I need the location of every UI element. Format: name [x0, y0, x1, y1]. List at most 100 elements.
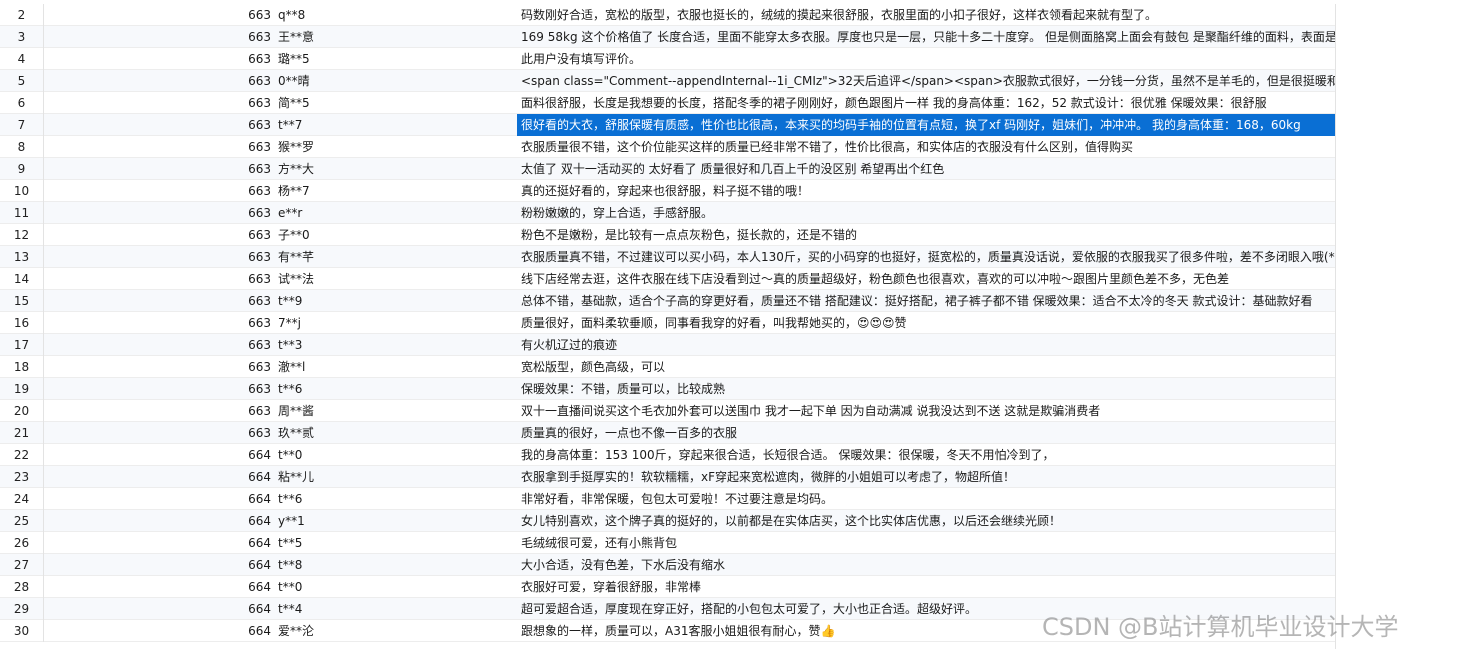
table-row[interactable]: 20 663 周**酱 双十一直播间说买这个毛衣加外套可以送围巾 我才一起下单 因为自… — [0, 399, 1335, 422]
row-index-cell[interactable]: 13 — [0, 245, 44, 268]
username-cell[interactable]: 玖**贰 — [273, 424, 517, 441]
username-cell[interactable]: t**5 — [273, 536, 517, 550]
comment-cell[interactable]: 衣服好可爱，穿着很舒服，非常棒 — [517, 576, 1335, 598]
comment-cell[interactable]: 宽松版型，颜色高级，可以 — [517, 356, 1335, 378]
username-cell[interactable]: t**6 — [273, 492, 517, 506]
comment-cell[interactable]: 总体不错，基础款，适合个子高的穿更好看，质量还不错 搭配建议：挺好搭配，裙子裤子… — [517, 290, 1335, 312]
comment-cell[interactable]: 面料很舒服，长度是我想要的长度，搭配冬季的裙子刚刚好，颜色跟图片一样 我的身高体… — [517, 92, 1335, 114]
comment-cell[interactable]: 衣服质量真不错，不过建议可以买小码，本人130斤，买的小码穿的也挺好，挺宽松的，… — [517, 246, 1335, 268]
table-row[interactable]: 15 663 t**9 总体不错，基础款，适合个子高的穿更好看，质量还不错 搭配建议：… — [0, 289, 1335, 312]
table-row[interactable]: 12 663 子**0 粉色不是嫩粉，是比较有一点点灰粉色，挺长款的，还是不错的 — [0, 223, 1335, 246]
number-cell[interactable]: 664 — [44, 492, 273, 506]
comment-cell[interactable]: 此用户没有填写评价。 — [517, 48, 1335, 70]
username-cell[interactable]: q**8 — [273, 8, 517, 22]
comment-cell[interactable]: 保暖效果：不错，质量可以，比较成熟 — [517, 378, 1335, 400]
row-index-cell[interactable]: 2 — [0, 4, 44, 26]
table-row[interactable]: 7 663 t**7 很好看的大衣，舒服保暖有质感，性价也比很高，本来买的均码手袖的位… — [0, 113, 1335, 136]
number-cell[interactable]: 663 — [44, 184, 273, 198]
username-cell[interactable]: 王**意 — [273, 28, 517, 45]
table-row[interactable]: 21 663 玖**贰 质量真的很好，一点也不像一百多的衣服 — [0, 421, 1335, 444]
number-cell[interactable]: 664 — [44, 580, 273, 594]
table-row[interactable]: 3 663 王**意 169 58kg 这个价格值了 长度合适，里面不能穿太多衣服。厚… — [0, 25, 1335, 48]
table-row[interactable]: 6 663 简**5 面料很舒服，长度是我想要的长度，搭配冬季的裙子刚刚好，颜色跟图片… — [0, 91, 1335, 114]
username-cell[interactable]: t**0 — [273, 448, 517, 462]
number-cell[interactable]: 663 — [44, 360, 273, 374]
username-cell[interactable]: t**3 — [273, 338, 517, 352]
table-row[interactable]: 14 663 试**法 线下店经常去逛，这件衣服在线下店没看到过～真的质量超级好，粉色… — [0, 267, 1335, 290]
table-row[interactable]: 4 663 璐**5 此用户没有填写评价。 — [0, 47, 1335, 70]
comment-cell[interactable]: 太值了 双十一活动买的 太好看了 质量很好和几百上千的没区别 希望再出个红色 — [517, 158, 1335, 180]
comment-cell[interactable]: 我的身高体重：153 100斤，穿起来很合适，长短很合适。 保暖效果：很保暖，冬… — [517, 444, 1335, 466]
comment-cell[interactable]: 毛绒绒很可爱，还有小熊背包 — [517, 532, 1335, 554]
username-cell[interactable]: 7**j — [273, 316, 517, 330]
username-cell[interactable]: 猴**罗 — [273, 138, 517, 155]
comment-cell[interactable]: 双十一直播间说买这个毛衣加外套可以送围巾 我才一起下单 因为自动满减 说我没达到… — [517, 400, 1335, 422]
comment-cell[interactable]: <span class="Comment--appendInternal--1i… — [517, 70, 1335, 92]
row-index-cell[interactable]: 27 — [0, 553, 44, 576]
number-cell[interactable]: 664 — [44, 536, 273, 550]
username-cell[interactable]: 有**芊 — [273, 248, 517, 265]
number-cell[interactable]: 663 — [44, 426, 273, 440]
username-cell[interactable]: 璐**5 — [273, 50, 517, 67]
comment-cell[interactable]: 有火机辽过的痕迹 — [517, 334, 1335, 356]
table-row[interactable]: 27 664 t**8 大小合适，没有色差，下水后没有缩水 — [0, 553, 1335, 576]
number-cell[interactable]: 663 — [44, 404, 273, 418]
table-row[interactable]: 22 664 t**0 我的身高体重：153 100斤，穿起来很合适，长短很合适。 保… — [0, 443, 1335, 466]
username-cell[interactable]: 方**大 — [273, 160, 517, 177]
username-cell[interactable]: y**1 — [273, 514, 517, 528]
row-index-cell[interactable]: 23 — [0, 465, 44, 488]
number-cell[interactable]: 663 — [44, 250, 273, 264]
username-cell[interactable]: t**7 — [273, 118, 517, 132]
row-index-cell[interactable]: 3 — [0, 25, 44, 48]
row-index-cell[interactable]: 7 — [0, 113, 44, 136]
number-cell[interactable]: 664 — [44, 514, 273, 528]
row-index-cell[interactable]: 10 — [0, 179, 44, 202]
row-index-cell[interactable]: 21 — [0, 421, 44, 444]
username-cell[interactable]: t**9 — [273, 294, 517, 308]
username-cell[interactable]: 周**酱 — [273, 402, 517, 419]
username-cell[interactable]: 粘**儿 — [273, 468, 517, 485]
table-row[interactable]: 5 663 0**晴 <span class="Comment--appendInte… — [0, 69, 1335, 92]
row-index-cell[interactable]: 19 — [0, 377, 44, 400]
table-row[interactable]: 26 664 t**5 毛绒绒很可爱，还有小熊背包 — [0, 531, 1335, 554]
table-row[interactable]: 24 664 t**6 非常好看，非常保暖，包包太可爱啦！不过要注意是均码。 — [0, 487, 1335, 510]
username-cell[interactable]: 爱**沦 — [273, 622, 517, 639]
number-cell[interactable]: 663 — [44, 228, 273, 242]
table-row[interactable]: 16 663 7**j 质量很好，面料柔软垂顺，同事看我穿的好看，叫我帮她买的，😍😍😍… — [0, 311, 1335, 334]
comment-cell[interactable]: 质量很好，面料柔软垂顺，同事看我穿的好看，叫我帮她买的，😍😍😍赞 — [517, 312, 1335, 334]
username-cell[interactable]: 0**晴 — [273, 72, 517, 89]
row-index-cell[interactable]: 5 — [0, 69, 44, 92]
row-index-cell[interactable]: 12 — [0, 223, 44, 246]
number-cell[interactable]: 663 — [44, 338, 273, 352]
row-index-cell[interactable]: 29 — [0, 597, 44, 620]
number-cell[interactable]: 663 — [44, 52, 273, 66]
number-cell[interactable]: 663 — [44, 206, 273, 220]
table-row[interactable]: 13 663 有**芊 衣服质量真不错，不过建议可以买小码，本人130斤，买的小码穿的… — [0, 245, 1335, 268]
username-cell[interactable]: 杨**7 — [273, 182, 517, 199]
comment-cell[interactable]: 线下店经常去逛，这件衣服在线下店没看到过～真的质量超级好，粉色颜色也很喜欢，喜欢… — [517, 268, 1335, 290]
number-cell[interactable]: 663 — [44, 30, 273, 44]
table-row[interactable]: 9 663 方**大 太值了 双十一活动买的 太好看了 质量很好和几百上千的没区别 希… — [0, 157, 1335, 180]
table-row[interactable]: 19 663 t**6 保暖效果：不错，质量可以，比较成熟 — [0, 377, 1335, 400]
number-cell[interactable]: 663 — [44, 272, 273, 286]
table-row[interactable]: 23 664 粘**儿 衣服拿到手挺厚实的！软软糯糯，xF穿起来宽松遮肉，微胖的小姐姐… — [0, 465, 1335, 488]
number-cell[interactable]: 663 — [44, 316, 273, 330]
comment-cell[interactable]: 真的还挺好看的，穿起来也很舒服，料子挺不错的哦！ — [517, 180, 1335, 202]
number-cell[interactable]: 663 — [44, 294, 273, 308]
username-cell[interactable]: 澈**l — [273, 358, 517, 375]
row-index-cell[interactable]: 6 — [0, 91, 44, 114]
row-index-cell[interactable]: 17 — [0, 333, 44, 356]
table-row[interactable]: 2 663 q**8 码数刚好合适，宽松的版型，衣服也挺长的，绒绒的摸起来很舒服，衣服… — [0, 4, 1335, 26]
row-index-cell[interactable]: 16 — [0, 311, 44, 334]
username-cell[interactable]: t**6 — [273, 382, 517, 396]
comment-cell[interactable]: 女儿特别喜欢，这个牌子真的挺好的，以前都是在实体店买，这个比实体店优惠，以后还会… — [517, 510, 1335, 532]
comment-cell[interactable]: 大小合适，没有色差，下水后没有缩水 — [517, 554, 1335, 576]
number-cell[interactable]: 664 — [44, 470, 273, 484]
comment-cell[interactable]: 粉粉嫩嫩的，穿上合适，手感舒服。 — [517, 202, 1335, 224]
row-index-cell[interactable]: 28 — [0, 575, 44, 598]
row-index-cell[interactable]: 14 — [0, 267, 44, 290]
row-index-cell[interactable]: 4 — [0, 47, 44, 70]
comment-cell[interactable]: 很好看的大衣，舒服保暖有质感，性价也比很高，本来买的均码手袖的位置有点短，换了x… — [517, 113, 1335, 136]
data-grid[interactable]: 2 663 q**8 码数刚好合适，宽松的版型，衣服也挺长的，绒绒的摸起来很舒服，衣服… — [0, 4, 1336, 649]
comment-cell[interactable]: 粉色不是嫩粉，是比较有一点点灰粉色，挺长款的，还是不错的 — [517, 224, 1335, 246]
